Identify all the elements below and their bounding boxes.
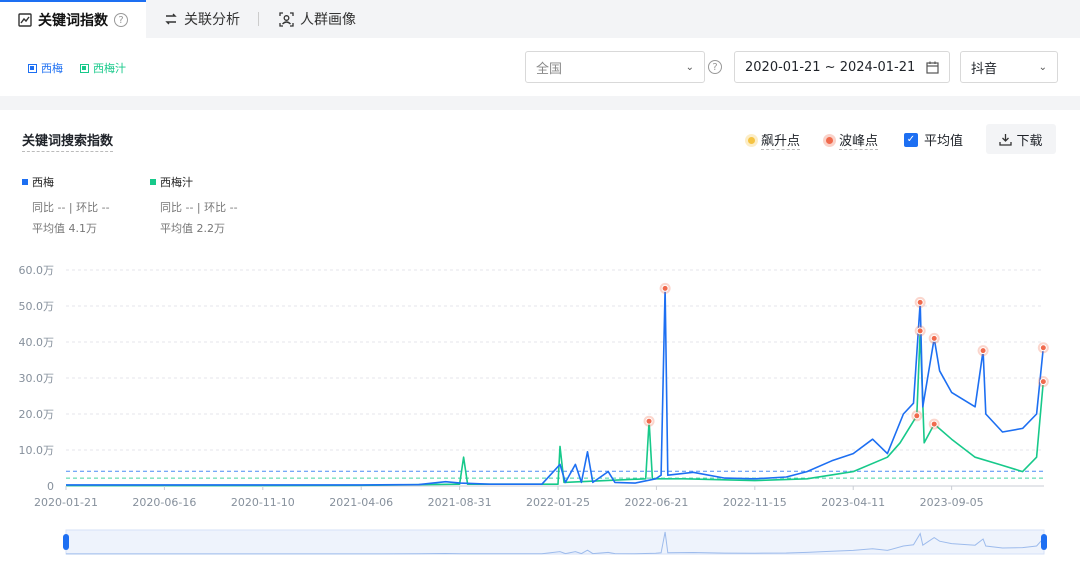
tab-label: 关键词指数 [38, 13, 108, 29]
x-tick-label: 2022-11-15 [723, 496, 787, 509]
y-tick-label: 50.0万 [19, 300, 55, 313]
trend-chart-icon [18, 13, 32, 27]
peak-point [913, 412, 921, 420]
chevron-down-icon: ⌄ [685, 61, 694, 73]
x-tick-label: 2023-09-05 [920, 496, 984, 509]
peak-point [1039, 344, 1047, 352]
y-tick-label: 60.0万 [19, 264, 55, 277]
tab-related-analysis[interactable]: 关联分析 [164, 0, 240, 38]
filter-bar: 西梅 西梅汁 全国 ⌄ ? 2020-01-21 ~ 2024-01-21 抖音… [0, 38, 1080, 96]
series-line [66, 287, 1045, 486]
keyword-chip-ximei[interactable]: 西梅 [28, 60, 63, 76]
x-tick-label: 2021-08-31 [428, 496, 492, 509]
zoom-slider-handle[interactable] [63, 534, 69, 550]
peak-point [645, 417, 653, 425]
y-tick-label: 0 [47, 480, 54, 493]
help-icon[interactable]: ? [114, 13, 128, 27]
peak-point [930, 420, 938, 428]
x-tick-label: 2023-04-11 [821, 496, 885, 509]
x-tick-label: 2022-01-25 [526, 496, 590, 509]
date-range-value: 2020-01-21 ~ 2024-01-21 [745, 59, 916, 75]
chevron-down-icon: ⌄ [1038, 61, 1047, 73]
search-index-chart: 0 10.0万 20.0万 30.0万 40.0万 50.0万 60.0万 2020-01-2… [19, 264, 1049, 555]
peak-point [979, 347, 987, 355]
zoom-slider-track [65, 529, 1045, 555]
peak-point [1039, 378, 1047, 386]
tab-label: 关联分析 [184, 12, 240, 28]
tab-bar: 关键词指数 ? 关联分析 人群画像 [0, 0, 1080, 38]
y-tick-label: 40.0万 [19, 336, 55, 349]
y-tick-label: 20.0万 [19, 408, 55, 421]
peak-point [661, 284, 669, 292]
y-tick-label: 10.0万 [19, 444, 55, 457]
peak-point [916, 327, 924, 335]
x-tick-label: 2020-11-10 [231, 496, 295, 509]
tab-divider [258, 12, 259, 26]
keyword-label: 西梅 [41, 62, 63, 75]
peak-point [916, 298, 924, 306]
keyword-chip-ximeizhi[interactable]: 西梅汁 [80, 60, 126, 76]
face-scan-icon [279, 11, 294, 27]
region-value: 全国 [536, 61, 563, 77]
tab-label: 人群画像 [300, 12, 356, 28]
x-tick-label: 2022-06-21 [624, 496, 688, 509]
keyword-color-icon [28, 63, 37, 73]
tab-audience-profile[interactable]: 人群画像 [279, 0, 356, 38]
date-range-picker[interactable]: 2020-01-21 ~ 2024-01-21 [734, 51, 950, 83]
tab-keyword-index[interactable]: 关键词指数 ? [0, 0, 146, 38]
platform-select[interactable]: 抖音 ⌄ [960, 51, 1058, 83]
x-tick-label: 2021-04-06 [329, 496, 393, 509]
region-select[interactable]: 全国 ⌄ [525, 51, 705, 83]
x-tick-label: 2020-06-16 [132, 496, 196, 509]
help-icon[interactable]: ? [708, 60, 722, 74]
peak-point [930, 334, 938, 342]
chart-card: 关键词搜索指数 飙升点 波峰点 ✓ 平均值 下载 西梅 同比 -- | 环比 -… [0, 110, 1080, 576]
x-tick-label: 2020-01-21 [34, 496, 98, 509]
swap-arrows-icon [165, 13, 177, 25]
zoom-slider-handle[interactable] [1041, 534, 1047, 550]
y-tick-label: 30.0万 [19, 372, 55, 385]
platform-value: 抖音 [971, 61, 998, 77]
calendar-icon [926, 61, 939, 74]
keyword-color-icon [80, 63, 89, 73]
keyword-label: 西梅汁 [93, 62, 126, 75]
series-line [66, 330, 1045, 487]
